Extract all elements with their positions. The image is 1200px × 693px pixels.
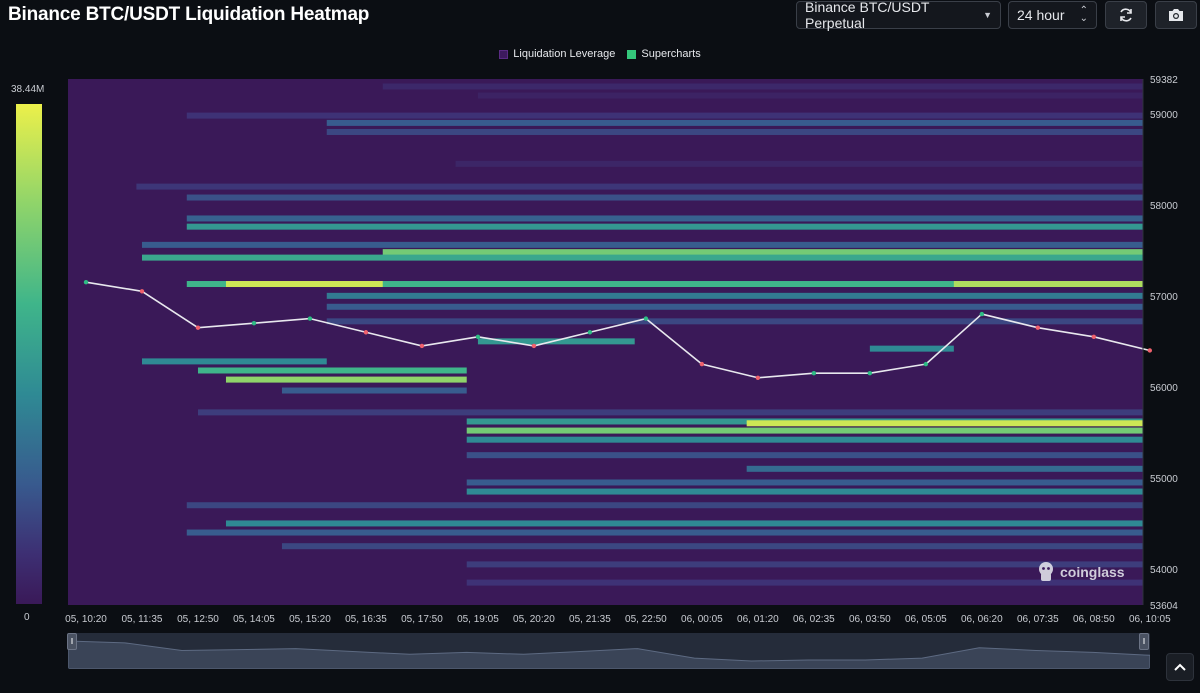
price-point [979, 311, 985, 317]
price-point [811, 371, 817, 376]
liquidation-band [466, 479, 1144, 486]
liquidation-band [455, 160, 1143, 167]
x-tick-label: 05, 15:20 [289, 614, 331, 625]
liquidation-band [225, 281, 383, 288]
x-tick-label: 06, 07:35 [1017, 614, 1059, 625]
x-tick-label: 06, 05:05 [905, 614, 947, 625]
price-point [1091, 334, 1097, 340]
x-tick-label: 05, 20:20 [513, 614, 555, 625]
liquidation-band [136, 183, 1143, 190]
liquidation-band [186, 194, 1143, 201]
y-tick-label: 53604 [1150, 601, 1178, 612]
coinglass-logo-icon [1039, 562, 1053, 581]
liquidation-band [141, 254, 1144, 261]
liquidation-band [281, 387, 467, 394]
liquidation-band [186, 529, 1143, 536]
price-point [1147, 348, 1153, 353]
x-tick-label: 05, 11:35 [122, 614, 163, 625]
x-tick-label: 05, 19:05 [457, 614, 499, 625]
x-tick-label: 06, 00:05 [681, 614, 723, 625]
heatmap-chart[interactable]: 59382 59000 58000 57000 56000 55000 54000 53604… [0, 0, 1200, 693]
price-point [363, 330, 369, 335]
liquidation-band [281, 543, 1144, 550]
price-point [195, 325, 201, 330]
x-tick-label: 06, 10:05 [1129, 614, 1171, 625]
price-point [307, 316, 313, 321]
price-point [1035, 325, 1041, 330]
liquidation-band [197, 409, 1143, 416]
liquidation-band [225, 376, 467, 383]
liquidation-band [466, 452, 1144, 459]
navigator-right-handle[interactable]: ‖ [1139, 633, 1149, 650]
liquidation-band [466, 488, 1144, 495]
y-tick-label: 59000 [1150, 110, 1178, 121]
x-tick-label: 05, 21:35 [569, 614, 611, 625]
x-tick-label: 05, 16:35 [345, 614, 387, 625]
x-tick-label: 06, 03:50 [849, 614, 891, 625]
y-tick-label: 54000 [1150, 565, 1178, 576]
y-tick-label: 58000 [1150, 201, 1178, 212]
liquidation-band [197, 367, 467, 374]
time-navigator[interactable] [68, 633, 1150, 669]
liquidation-band [186, 502, 1143, 509]
price-point [139, 289, 145, 294]
liquidation-band [186, 223, 1143, 230]
liquidation-band [141, 358, 327, 365]
x-tick-label: 05, 12:50 [177, 614, 219, 625]
liquidation-band [141, 241, 1144, 248]
liquidation-band [382, 83, 1144, 90]
y-tick-label: 56000 [1150, 383, 1178, 394]
x-tick-label: 05, 22:50 [625, 614, 667, 625]
price-point [531, 343, 537, 349]
liquidation-band [326, 303, 1143, 310]
price-point [923, 361, 929, 367]
liquidation-band [466, 427, 1144, 434]
x-tick-label: 06, 08:50 [1073, 614, 1115, 625]
x-tick-label: 06, 01:20 [737, 614, 779, 625]
liquidation-band [746, 465, 1143, 472]
navigator-area [68, 640, 1150, 669]
liquidation-band [326, 128, 1143, 135]
price-point [755, 375, 761, 380]
navigator-left-handle[interactable]: ‖ [67, 633, 77, 650]
x-tick-label: 06, 06:20 [961, 614, 1003, 625]
price-point [867, 371, 873, 376]
liquidation-band [477, 92, 1143, 99]
x-tick-label: 05, 10:20 [65, 614, 107, 625]
liquidation-band [382, 249, 1144, 256]
liquidation-band [466, 436, 1144, 443]
navigator-sparkline [68, 640, 1150, 669]
x-tick-label: 05, 17:50 [401, 614, 443, 625]
price-point [699, 361, 705, 367]
y-tick-label: 59382 [1150, 75, 1178, 86]
scroll-to-top-button[interactable] [1166, 653, 1194, 681]
liquidation-band [326, 119, 1143, 126]
liquidation-band [225, 520, 1144, 527]
chevron-up-icon [1174, 663, 1186, 671]
y-tick-label: 57000 [1150, 292, 1178, 303]
coinglass-watermark: coinglass [1036, 561, 1125, 583]
price-point [83, 279, 89, 285]
price-point [251, 320, 257, 326]
liquidation-band [953, 281, 1143, 288]
liquidation-band [746, 420, 1143, 427]
liquidation-band [186, 112, 1143, 119]
watermark-text: coinglass [1060, 564, 1125, 580]
y-tick-label: 55000 [1150, 474, 1178, 485]
price-point [643, 316, 649, 321]
price-point [587, 330, 593, 335]
liquidation-band [326, 292, 1143, 299]
x-tick-label: 05, 14:05 [233, 614, 275, 625]
x-tick-label: 06, 02:35 [793, 614, 835, 625]
price-point [475, 334, 481, 340]
liquidation-band [186, 215, 1143, 222]
price-point [419, 343, 425, 349]
